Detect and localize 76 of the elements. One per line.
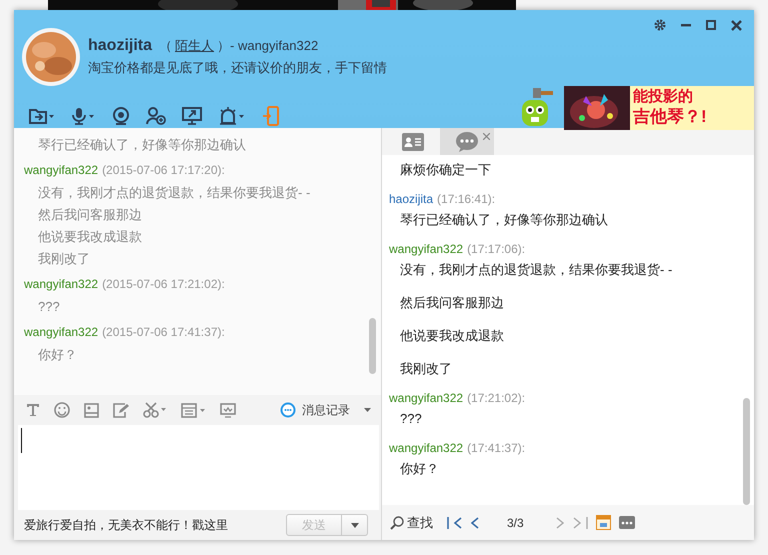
image-icon[interactable] (84, 402, 99, 418)
message-time: (2015-07-06 17:17:20): (102, 163, 225, 177)
emoji-icon[interactable] (54, 402, 70, 418)
message-text: 你好？ (399, 460, 440, 478)
ad-text: 吉他琴？! (633, 107, 707, 127)
sender-name: wangyifan322 (24, 163, 98, 177)
message-text: 麻烦你确定一下 (399, 161, 492, 179)
add-person-button[interactable] (146, 107, 166, 125)
message-text: 琴行已经确认了，好像等你那边确认 (399, 211, 609, 229)
message-text: 我刚改了 (399, 360, 453, 378)
message-time: (17:21:02): (467, 391, 526, 405)
message-time: (17:16:41): (437, 192, 496, 206)
edit-icon[interactable] (113, 402, 129, 418)
message-text: ??? (399, 410, 423, 428)
last-page-icon[interactable] (572, 516, 588, 528)
advertisement-banner[interactable]: 能投影的 吉他琴？! (564, 86, 754, 130)
signature-text: 淘宝价格都是见底了哦，还请议价的朋友，手下留情 (88, 59, 387, 77)
promo-link[interactable]: 爱旅行爱自拍，无美衣不能行！戳这里 (24, 516, 228, 534)
bracket-text: （ (159, 37, 172, 55)
settings-icon[interactable] (654, 19, 666, 31)
sender-name: wangyifan322 (24, 277, 98, 291)
message-text: 他说要我改成退款 (37, 228, 143, 246)
message-input-field[interactable] (18, 425, 379, 510)
message-history-button[interactable]: 消息记录 (280, 402, 350, 418)
scissors-icon[interactable] (143, 402, 167, 418)
microphone-button[interactable] (70, 107, 96, 125)
message-time: (2015-07-06 17:41:37): (102, 325, 225, 339)
message-time: (17:41:37): (467, 441, 526, 455)
sender-name: wangyifan322 (389, 242, 464, 256)
message-text: 我刚改了 (37, 250, 91, 268)
page-indicator: 3/3 (507, 516, 524, 530)
scrollbar-thumb[interactable] (743, 398, 750, 505)
close-icon[interactable] (483, 133, 490, 140)
sender-name: wangyifan322 (389, 441, 464, 455)
speech-bubble-icon (280, 402, 296, 418)
contact-card-icon (402, 132, 424, 150)
speech-bubble-icon (456, 132, 478, 152)
message-text: 然后我问客服那边 (37, 206, 143, 224)
message-text: 没有，我刚才点的退货退款，结果你要我退货- - (37, 184, 312, 202)
calendar-icon[interactable] (596, 515, 611, 530)
message-time: (2015-07-06 17:21:02): (102, 277, 225, 291)
file-transfer-button[interactable] (28, 107, 54, 125)
sender-name: haozijita (389, 192, 434, 206)
send-options-button[interactable] (342, 514, 368, 536)
caret-icon[interactable] (364, 408, 371, 412)
first-page-icon[interactable] (447, 516, 463, 528)
more-icon[interactable] (618, 516, 635, 529)
relation-link[interactable]: 陌生人 (175, 37, 214, 55)
search-icon (390, 516, 404, 530)
message-text: 琴行已经确认了，好像等你那边确认 (37, 136, 247, 154)
next-page-icon[interactable] (556, 516, 564, 528)
message-text: ??? (37, 298, 61, 316)
sidebar-tab[interactable] (440, 128, 494, 155)
search-button[interactable]: 查找 (390, 514, 433, 532)
message-text: 没有，我刚才点的退货退款，结果你要我退货- - (399, 261, 674, 279)
sender-name: wangyifan322 (389, 391, 464, 405)
message-text: 然后我问客服那边 (399, 294, 505, 312)
account-text: ）- wangyifan322 (217, 37, 318, 55)
scrollbar-thumb[interactable] (369, 318, 376, 374)
window-icon[interactable] (181, 402, 206, 418)
screen-icon[interactable] (220, 402, 236, 418)
close-icon[interactable] (731, 20, 742, 30)
screen-share-button[interactable] (182, 107, 202, 125)
webcam-button[interactable] (112, 107, 130, 125)
caret-icon (350, 522, 358, 528)
remote-assist-button[interactable] (218, 107, 246, 125)
message-text: 他说要我改成退款 (399, 327, 505, 345)
font-icon[interactable] (26, 403, 40, 417)
contact-name: haozijita (88, 37, 152, 55)
ad-text: 能投影的 (633, 87, 694, 107)
previous-page-icon[interactable] (471, 516, 479, 528)
message-time: (17:17:06): (467, 242, 526, 256)
message-text: 你好？ (37, 346, 78, 364)
maximize-icon[interactable] (706, 20, 716, 30)
avatar[interactable] (22, 28, 80, 86)
sender-name: wangyifan322 (24, 325, 98, 339)
